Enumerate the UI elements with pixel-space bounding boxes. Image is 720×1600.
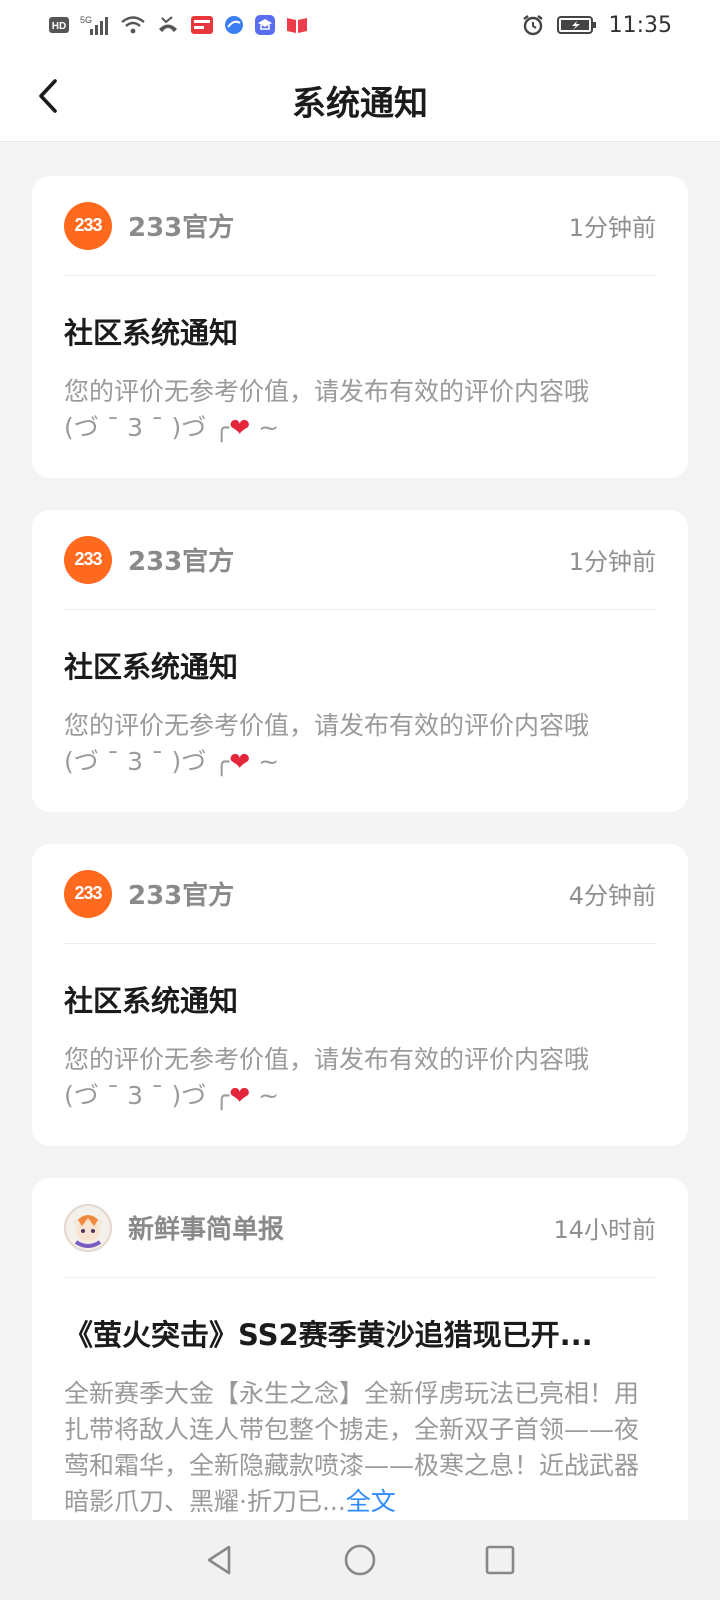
card-body: 《萤火突击》SS2赛季黄沙追猎现已开... 全新赛季大金【永生之念】全新俘虏玩法… — [64, 1278, 656, 1552]
wifi-icon — [120, 14, 146, 36]
study-app-icon — [254, 14, 276, 36]
timestamp: 14小时前 — [553, 1216, 656, 1244]
message-title: 社区系统通知 — [64, 984, 239, 1018]
notification-card[interactable]: 233 233官方 4分钟前 社区系统通知 您的评价无参考价值，请发布有效的评价… — [32, 844, 688, 1146]
message-text: 您的评价无参考价值，请发布有效的评价内容哦 (づ ¯ 3 ¯ )づ ╭❤ ~ — [64, 374, 656, 446]
message-title: 社区系统通知 — [64, 316, 239, 350]
card-header: 233 233官方 4分钟前 — [64, 844, 656, 944]
notification-card[interactable]: 233 233官方 1分钟前 社区系统通知 您的评价无参考价值，请发布有效的评价… — [32, 176, 688, 478]
status-bar: HD 5G 11:35 — [0, 0, 720, 50]
card-header: 新鲜事简单报 14小时前 — [64, 1178, 656, 1278]
signal-5g-icon: 5G — [80, 14, 110, 36]
message-line-2: (づ ¯ 3 ¯ )づ ╭❤ ~ — [64, 410, 656, 446]
missed-call-icon — [156, 14, 180, 36]
page-title: 系统通知 — [292, 84, 428, 124]
browser-app-icon — [224, 14, 244, 36]
tilde-text: ~ — [258, 747, 280, 776]
status-bar-left: HD 5G — [48, 14, 308, 36]
emoticon-text: (づ ¯ 3 ¯ )づ ╭ — [64, 1081, 230, 1110]
home-circle-icon — [344, 1544, 376, 1576]
svg-text:HD: HD — [52, 21, 66, 32]
message-text: 您的评价无参考价值，请发布有效的评价内容哦 (づ ¯ 3 ¯ )づ ╭❤ ~ — [64, 1042, 656, 1114]
hd-icon: HD — [48, 14, 70, 36]
message-line-1: 您的评价无参考价值，请发布有效的评价内容哦 — [64, 711, 590, 740]
sender-name[interactable]: 233官方 — [128, 207, 569, 244]
read-full-link[interactable]: 全文 — [346, 1487, 396, 1516]
nav-home-button[interactable] — [338, 1538, 382, 1582]
status-time: 11:35 — [608, 12, 672, 38]
notification-card[interactable]: 233 233官方 1分钟前 社区系统通知 您的评价无参考价值，请发布有效的评价… — [32, 510, 688, 812]
recents-square-icon — [485, 1545, 515, 1575]
tilde-text: ~ — [258, 413, 280, 442]
message-text: 全新赛季大金【永生之念】全新俘虏玩法已亮相！用扎带将敌人连人带包整个掳走，全新双… — [64, 1376, 656, 1520]
avatar[interactable]: 233 — [64, 201, 112, 250]
message-line-1: 您的评价无参考价值，请发布有效的评价内容哦 — [64, 1045, 590, 1074]
tilde-text: ~ — [258, 1081, 280, 1110]
nav-back-button[interactable] — [198, 1538, 242, 1582]
emoticon-text: (づ ¯ 3 ¯ )づ ╭ — [64, 413, 230, 442]
sender-name[interactable]: 233官方 — [128, 875, 569, 912]
toutiao-app-icon — [190, 14, 214, 36]
message-title: 《萤火突击》SS2赛季黄沙追猎现已开... — [64, 1318, 593, 1352]
message-line-2: (づ ¯ 3 ¯ )づ ╭❤ ~ — [64, 744, 656, 780]
book-app-icon — [286, 14, 308, 36]
system-nav-bar — [0, 1520, 720, 1600]
heart-icon: ❤ — [229, 747, 251, 776]
message-text: 您的评价无参考价值，请发布有效的评价内容哦 (づ ¯ 3 ¯ )づ ╭❤ ~ — [64, 708, 656, 780]
avatar[interactable] — [64, 1203, 112, 1252]
character-avatar-icon — [74, 1214, 102, 1248]
timestamp: 4分钟前 — [568, 882, 656, 910]
timestamp: 1分钟前 — [568, 548, 656, 576]
battery-icon — [556, 14, 597, 36]
alarm-icon — [521, 14, 545, 36]
nav-recents-button[interactable] — [478, 1538, 522, 1582]
card-body: 社区系统通知 您的评价无参考价值，请发布有效的评价内容哦 (づ ¯ 3 ¯ )づ… — [64, 610, 656, 812]
card-header: 233 233官方 1分钟前 — [64, 510, 656, 610]
svg-text:5G: 5G — [80, 15, 92, 25]
card-body: 社区系统通知 您的评价无参考价值，请发布有效的评价内容哦 (づ ¯ 3 ¯ )づ… — [64, 276, 656, 478]
heart-icon: ❤ — [229, 413, 251, 442]
heart-icon: ❤ — [229, 1081, 251, 1110]
status-bar-right: 11:35 — [521, 13, 672, 38]
timestamp: 1分钟前 — [568, 214, 656, 242]
message-line-1: 您的评价无参考价值，请发布有效的评价内容哦 — [64, 377, 590, 406]
avatar[interactable]: 233 — [64, 869, 112, 918]
emoticon-text: (づ ¯ 3 ¯ )づ ╭ — [64, 747, 230, 776]
back-triangle-icon — [207, 1545, 231, 1575]
card-header: 233 233官方 1分钟前 — [64, 176, 656, 276]
avatar[interactable]: 233 — [64, 535, 112, 584]
notification-list: 233 233官方 1分钟前 社区系统通知 您的评价无参考价值，请发布有效的评价… — [32, 176, 688, 1584]
card-body: 社区系统通知 您的评价无参考价值，请发布有效的评价内容哦 (づ ¯ 3 ¯ )づ… — [64, 944, 656, 1146]
sender-name[interactable]: 新鲜事简单报 — [128, 1209, 553, 1246]
message-line-2: (づ ¯ 3 ¯ )づ ╭❤ ~ — [64, 1078, 656, 1114]
message-title: 社区系统通知 — [64, 650, 239, 684]
sender-name[interactable]: 233官方 — [128, 541, 569, 578]
news-card[interactable]: 新鲜事简单报 14小时前 《萤火突击》SS2赛季黄沙追猎现已开... 全新赛季大… — [32, 1178, 688, 1552]
page-header: 系统通知 — [0, 50, 720, 142]
